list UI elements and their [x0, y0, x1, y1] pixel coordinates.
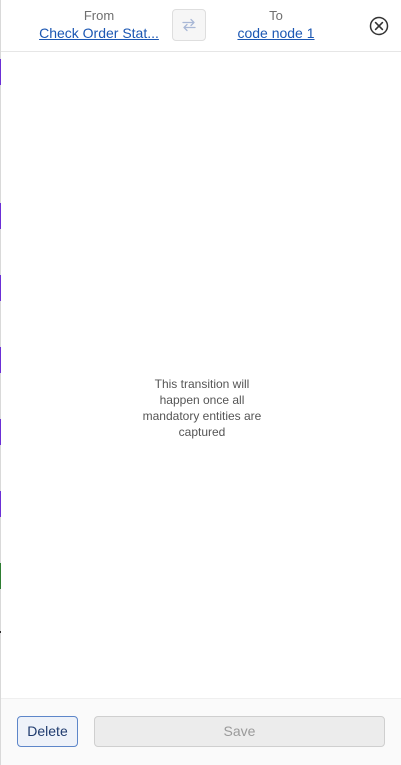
close-button[interactable]: [368, 15, 390, 37]
transition-footer: Delete Save: [1, 698, 401, 765]
from-node-link[interactable]: Check Order Stat...: [39, 24, 159, 42]
swap-arrows-icon: [182, 18, 196, 32]
swap-direction-button[interactable]: [172, 9, 206, 41]
to-node-link[interactable]: code node 1: [215, 24, 337, 42]
save-button[interactable]: Save: [94, 716, 385, 747]
from-label: From: [83, 8, 115, 23]
transition-header: From Check Order Stat... To code node 1: [1, 0, 401, 52]
delete-button[interactable]: Delete: [17, 716, 78, 747]
transition-body: This transition will happen once all man…: [1, 52, 401, 699]
transition-panel: From Check Order Stat... To code node 1 …: [0, 0, 401, 765]
to-label: To: [269, 8, 283, 23]
transition-info-message: This transition will happen once all man…: [142, 377, 262, 439]
from-column: From Check Order Stat...: [39, 8, 159, 42]
to-column: To code node 1: [215, 8, 337, 42]
close-circle-icon: [369, 16, 389, 36]
